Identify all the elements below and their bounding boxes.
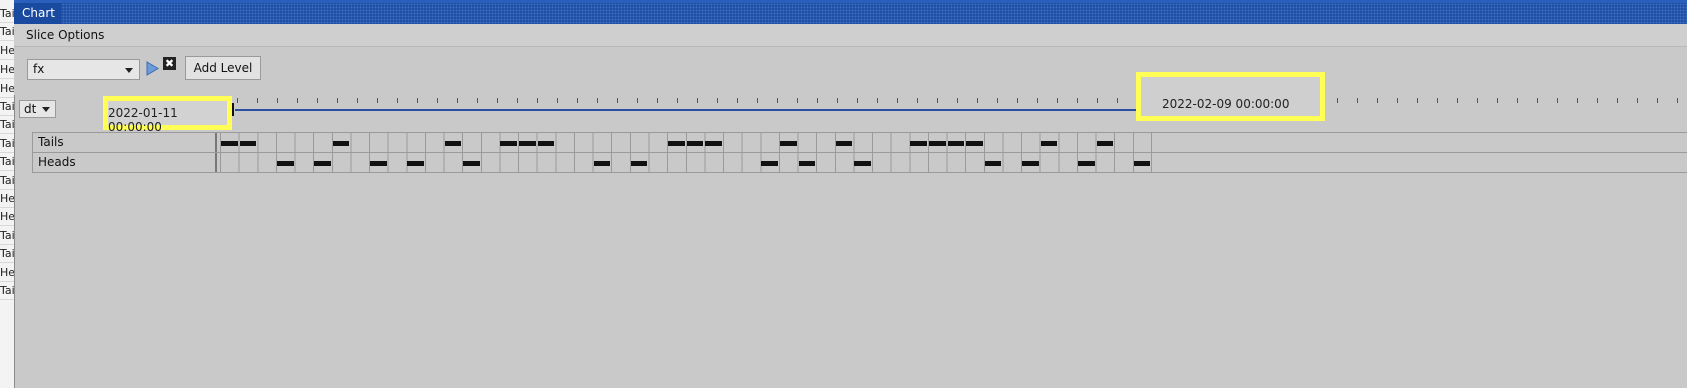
heads-bar [984, 161, 1002, 166]
tails-bar [500, 141, 518, 146]
heads-bar [1077, 161, 1095, 166]
left-pane-item[interactable]: Tails [0, 227, 14, 245]
tails-bar [221, 141, 238, 146]
title-bar[interactable]: Chart [14, 0, 1687, 24]
tails-bar [947, 141, 965, 146]
heads-bar [370, 161, 387, 166]
end-date-label: 2022-02-09 00:00:00 [1162, 97, 1290, 111]
tails-bar [1096, 141, 1114, 146]
heads-bar [276, 161, 294, 166]
left-pane-item[interactable]: Tails [0, 98, 14, 116]
tails-bar [1040, 141, 1058, 146]
row-label-heads: Heads [32, 153, 217, 172]
tails-bar [910, 141, 927, 146]
left-pane-item[interactable]: Heads [0, 190, 14, 208]
tails-bar [705, 141, 722, 146]
menu-bar: Slice Options [14, 24, 1687, 47]
timeline-ticks [237, 98, 1685, 103]
tails-bar [928, 141, 946, 146]
tails-bar [332, 141, 350, 146]
left-pane-item[interactable]: Heads [0, 264, 14, 282]
dimension-select[interactable]: dt [19, 100, 56, 118]
heads-bar [630, 161, 648, 166]
grid-row-tails: Tails [32, 133, 1687, 153]
left-pane-item[interactable]: Heads [0, 80, 14, 98]
start-range-handle[interactable] [232, 103, 234, 116]
heads-bar [463, 161, 480, 166]
dimension-select-value: dt [24, 102, 37, 116]
tails-bar [779, 141, 797, 146]
left-pane-item[interactable]: Tails [0, 116, 14, 134]
chevron-down-icon [42, 107, 50, 112]
close-icon[interactable]: ✖ [163, 57, 176, 70]
left-pane-item[interactable]: Heads [0, 61, 14, 79]
left-pane-item[interactable]: Heads [0, 208, 14, 226]
chart-window: Chart Slice Options fx ✖ Add Level dt 20… [14, 0, 1687, 388]
menu-slice-options[interactable]: Slice Options [26, 28, 104, 42]
heads-bar [1022, 161, 1039, 166]
slice-grid: Tails Heads [32, 132, 1687, 173]
chevron-down-icon [125, 68, 133, 73]
start-date-highlight: 2022-01-11 00:00:00 [103, 96, 232, 134]
heads-bar [798, 161, 816, 166]
left-pane-item[interactable]: Tails [0, 245, 14, 263]
row-cells [220, 133, 1151, 152]
row-cells [220, 153, 1151, 172]
heads-bar [314, 161, 331, 166]
range-line [235, 109, 1156, 111]
toolbar: fx ✖ Add Level [14, 47, 1687, 95]
start-date-label: 2022-01-11 00:00:00 [108, 106, 178, 134]
add-level-button[interactable]: Add Level [185, 56, 261, 80]
timeline-row: dt 2022-01-11 00:00:00 2022-02-09 00:00:… [14, 72, 1687, 134]
tails-bar [239, 141, 257, 146]
left-pane-item[interactable]: Tails [0, 135, 14, 153]
window-title: Chart [14, 3, 61, 24]
left-pane-item[interactable]: Tails [0, 282, 14, 300]
heads-bar [1133, 161, 1151, 166]
field-select[interactable]: fx [27, 59, 140, 80]
tails-bar [835, 141, 853, 146]
left-pane-item[interactable]: Tails [0, 5, 14, 23]
left-pane-list: TailsTailsHeadsHeadsHeadsTailsTailsTails… [0, 0, 15, 388]
tails-bar [444, 141, 462, 146]
end-date-highlight: 2022-02-09 00:00:00 [1136, 72, 1325, 121]
tails-bar [519, 141, 536, 146]
heads-bar [407, 161, 424, 166]
left-pane-item[interactable]: Tails [0, 172, 14, 190]
play-icon[interactable] [145, 60, 160, 77]
tails-bar [966, 141, 983, 146]
tails-bar [686, 141, 704, 146]
heads-bar [761, 161, 778, 166]
row-label-tails: Tails [32, 133, 217, 152]
heads-bar [593, 161, 611, 166]
grid-row-heads: Heads [32, 153, 1687, 173]
tails-bar [668, 141, 685, 146]
left-pane-item[interactable]: Tails [0, 153, 14, 171]
heads-bar [854, 161, 872, 166]
field-select-value: fx [33, 62, 45, 76]
left-pane-item[interactable]: Tails [0, 23, 14, 41]
row-cells-end [1151, 153, 1152, 172]
row-cells-end [1151, 133, 1152, 152]
left-pane-item[interactable]: Heads [0, 42, 14, 60]
tails-bar [537, 141, 555, 146]
